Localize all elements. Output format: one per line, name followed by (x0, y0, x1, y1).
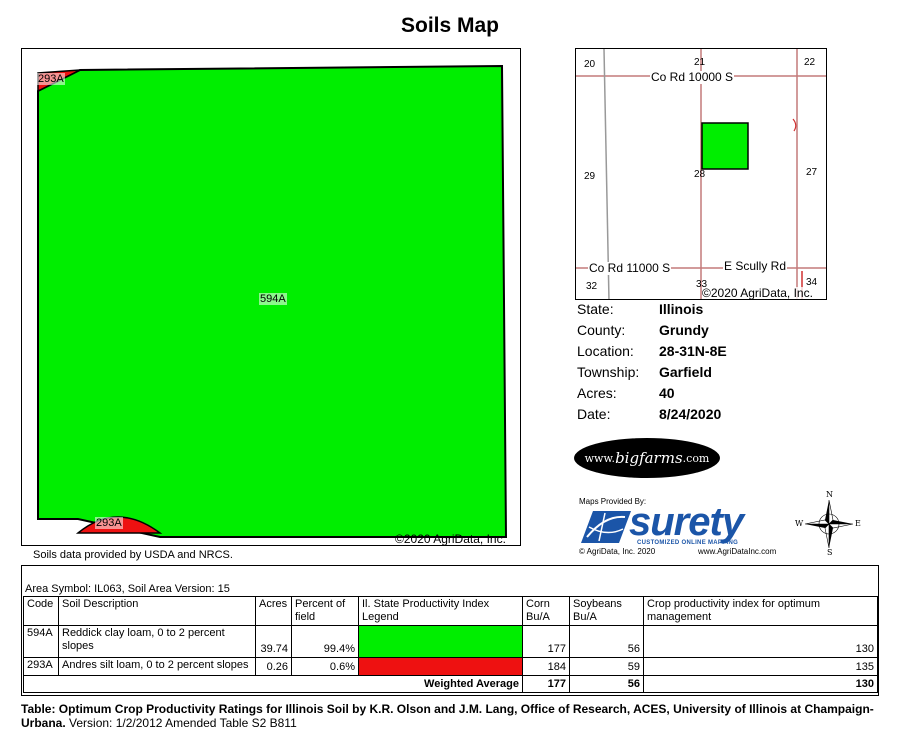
location-map[interactable]: Co Rd 10000 S Co Rd 11000 S E Scully Rd … (575, 48, 827, 300)
bigfarms-script: bigfarms (615, 449, 683, 467)
soil-label-293a-bottom: 293A (95, 517, 123, 529)
info-value: 40 (659, 385, 675, 401)
section-number: 27 (806, 167, 818, 178)
info-label: Location: (577, 343, 634, 359)
soil-table: Code Soil Description Acres Percent of f… (23, 596, 878, 693)
row-code: 293A (23, 657, 59, 676)
compass-rose: N E S W (795, 490, 861, 557)
table-header-row: Code Soil Description Acres Percent of f… (23, 596, 878, 626)
row-percent: 0.6% (291, 657, 359, 676)
weighted-cpi: 130 (643, 675, 878, 693)
info-label: Township: (577, 364, 640, 380)
info-value: Grundy (659, 322, 709, 338)
bigfarms-suffix: .com (682, 451, 710, 465)
row-corn: 177 (522, 625, 570, 658)
row-cpi: 135 (643, 657, 878, 676)
surety-copyright: © AgriData, Inc. 2020 (579, 547, 656, 556)
weighted-soybeans: 56 (569, 675, 644, 693)
row-soybeans: 56 (569, 625, 644, 658)
info-value: Illinois (659, 301, 704, 317)
info-row-location: Location: 28-31N-8E (577, 341, 727, 362)
compass-w: W (795, 519, 804, 528)
soil-label-594a: 594A (259, 293, 287, 305)
info-row-county: County: Grundy (577, 320, 727, 341)
road-label-co-rd-10000-s: Co Rd 10000 S (650, 70, 735, 84)
soil-label-293a-top: 293A (37, 73, 65, 85)
row-legend-swatch (358, 625, 523, 658)
row-corn: 184 (522, 657, 570, 676)
surety-globe-icon (581, 511, 631, 543)
info-row-township: Township: Garfield (577, 362, 727, 383)
table-header: Percent of field (291, 596, 359, 626)
table-header: Soybeans Bu/A (569, 596, 644, 626)
table-header: Crop productivity index for optimum mana… (643, 596, 878, 626)
row-description: Reddick clay loam, 0 to 2 percent slopes (58, 625, 256, 658)
map-copyright: ©2020 AgriData, Inc. (395, 532, 506, 546)
info-label: County: (577, 322, 626, 338)
table-header: Soil Description (58, 596, 256, 626)
data-source-note: Soils data provided by USDA and NRCS. (33, 549, 233, 561)
footnote-normal: Version: 1/2/2012 Amended Table S2 B811 (65, 716, 297, 730)
row-cpi: 130 (643, 625, 878, 658)
section-number: 29 (584, 171, 596, 182)
bigfarms-logo[interactable]: www. bigfarms .com (574, 438, 720, 478)
info-label: State: (577, 301, 614, 317)
table-footnote: Table: Optimum Crop Productivity Ratings… (21, 702, 881, 730)
surety-branding[interactable]: Maps Provided By: surety CUSTOMIZED ONLI… (577, 497, 782, 557)
table-header: Acres (255, 596, 292, 626)
soil-table-container: Area Symbol: IL063, Soil Area Version: 1… (21, 565, 879, 696)
compass-e: E (855, 519, 861, 528)
info-row-date: Date: 8/24/2020 (577, 404, 727, 425)
section-number: 28 (694, 169, 706, 180)
soils-map[interactable]: 293A 594A 293A ©2020 AgriData, Inc. (21, 48, 521, 546)
info-value: 28-31N-8E (659, 343, 727, 359)
section-number: 22 (804, 57, 816, 68)
section-number: 20 (584, 59, 596, 70)
table-row: 594A Reddick clay loam, 0 to 2 percent s… (23, 625, 878, 658)
weighted-average-label: Weighted Average (23, 675, 523, 693)
field-info: State: Illinois County: Grundy Location:… (577, 299, 727, 425)
info-row-state: State: Illinois (577, 299, 727, 320)
road-label-co-rd-11000-s: Co Rd 11000 S (588, 261, 672, 275)
compass-n: N (826, 490, 833, 499)
info-value: 8/24/2020 (659, 406, 722, 422)
row-soybeans: 59 (569, 657, 644, 676)
row-acres: 0.26 (255, 657, 292, 676)
table-header: Corn Bu/A (522, 596, 570, 626)
compass-s: S (827, 548, 833, 557)
area-symbol: Area Symbol: IL063, Soil Area Version: 1… (25, 583, 230, 595)
info-label: Acres: (577, 385, 617, 401)
row-code: 594A (23, 625, 59, 658)
surety-url: www.AgriDataInc.com (698, 547, 777, 556)
table-header: Code (23, 596, 59, 626)
weighted-average-row: Weighted Average 177 56 130 (23, 675, 878, 693)
table-header: Il. State Productivity Index Legend (358, 596, 523, 626)
road-label-e-scully-rd: E Scully Rd (723, 259, 788, 273)
bigfarms-prefix: www. (584, 451, 616, 465)
parcel-highlight (701, 122, 749, 170)
weighted-corn: 177 (522, 675, 570, 693)
row-percent: 99.4% (291, 625, 359, 658)
row-acres: 39.74 (255, 625, 292, 658)
section-number: 32 (586, 281, 598, 292)
row-description: Andres silt loam, 0 to 2 percent slopes (58, 657, 256, 676)
info-label: Date: (577, 406, 611, 422)
info-value: Garfield (659, 364, 712, 380)
page-title: Soils Map (400, 14, 500, 37)
section-number: 21 (694, 57, 706, 68)
info-row-acres: Acres: 40 (577, 383, 727, 404)
table-row: 293A Andres silt loam, 0 to 2 percent sl… (23, 657, 878, 676)
row-legend-swatch (358, 657, 523, 676)
surety-tagline: CUSTOMIZED ONLINE MAPPING (637, 540, 739, 546)
compass-icon (804, 499, 854, 549)
surety-logo-text: surety (629, 500, 744, 544)
